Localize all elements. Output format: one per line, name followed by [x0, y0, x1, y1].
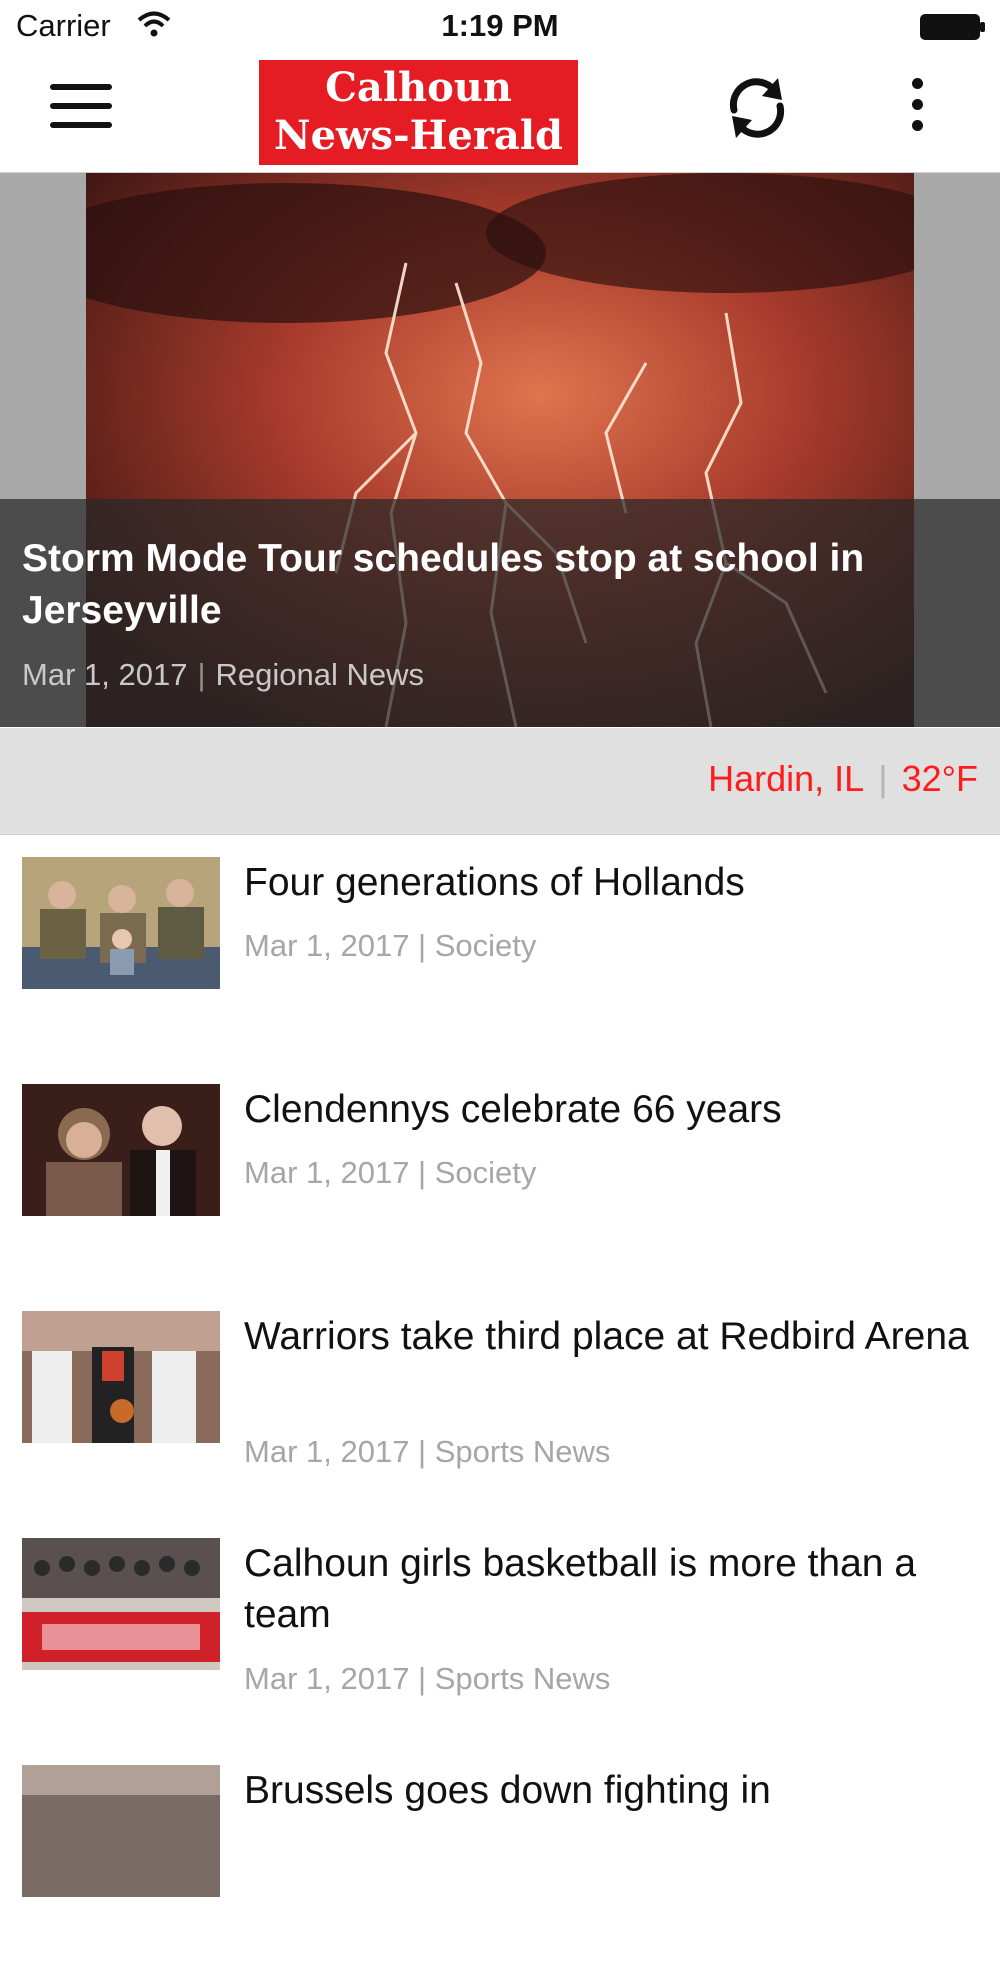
logo-line-1: Calhoun [325, 64, 512, 111]
article-meta: Mar 1, 2017 | Sports News [244, 1434, 611, 1469]
weather-location: Hardin, IL [708, 758, 865, 799]
article-thumbnail [22, 1311, 220, 1443]
article-meta: Mar 1, 2017 | Society [244, 1155, 537, 1190]
article-title: Clendennys celebrate 66 years [244, 1088, 782, 1131]
logo-line-2: News-Herald [274, 112, 563, 159]
battery-icon [920, 14, 985, 40]
article-list-item[interactable]: Clendennys celebrate 66 years Mar 1, 201… [0, 1062, 1000, 1288]
article-title: Brussels goes down fighting in [244, 1769, 771, 1812]
featured-story-separator: | [197, 657, 206, 692]
article-meta: Mar 1, 2017 | Society [244, 928, 537, 963]
weather-separator: | [878, 758, 888, 799]
article-thumbnail [22, 1765, 220, 1897]
app-logo: Calhoun News-Herald [259, 60, 578, 165]
article-title: Four generations of Hollands [244, 861, 745, 904]
more-options-icon[interactable] [900, 78, 934, 142]
status-bar: Carrier 1:19 PM [0, 0, 1000, 54]
featured-story-meta: Mar 1, 2017 | Regional News [22, 657, 424, 693]
refresh-icon[interactable] [722, 72, 792, 144]
article-thumbnail [22, 857, 220, 989]
featured-story-date: Mar 1, 2017 [22, 657, 188, 692]
app-header: Calhoun News-Herald [0, 54, 1000, 173]
weather-bar[interactable]: Hardin, IL | 32°F [0, 728, 1000, 835]
weather-temperature: 32°F [901, 758, 978, 799]
article-list-item[interactable]: Warriors take third place at Redbird Are… [0, 1289, 1000, 1515]
featured-story-title: Storm Mode Tour schedules stop at school… [22, 537, 865, 632]
article-title: Calhoun girls basketball is more than a … [244, 1542, 917, 1636]
article-meta: Mar 1, 2017 | Sports News [244, 1661, 611, 1696]
hamburger-menu-icon[interactable] [50, 84, 112, 130]
status-time: 1:19 PM [441, 8, 559, 43]
article-title: Warriors take third place at Redbird Are… [244, 1315, 969, 1358]
article-list-item[interactable]: Calhoun girls basketball is more than a … [0, 1516, 1000, 1742]
article-thumbnail [22, 1538, 220, 1670]
weather-text: Hardin, IL | 32°F [708, 758, 978, 800]
article-thumbnail [22, 1084, 220, 1216]
featured-story[interactable]: Storm Mode Tour schedules stop at school… [0, 173, 1000, 727]
featured-story-category: Regional News [215, 657, 425, 692]
article-list-item[interactable]: Four generations of Hollands Mar 1, 2017… [0, 835, 1000, 1061]
article-list-item[interactable]: Brussels goes down fighting in [0, 1743, 1000, 1969]
